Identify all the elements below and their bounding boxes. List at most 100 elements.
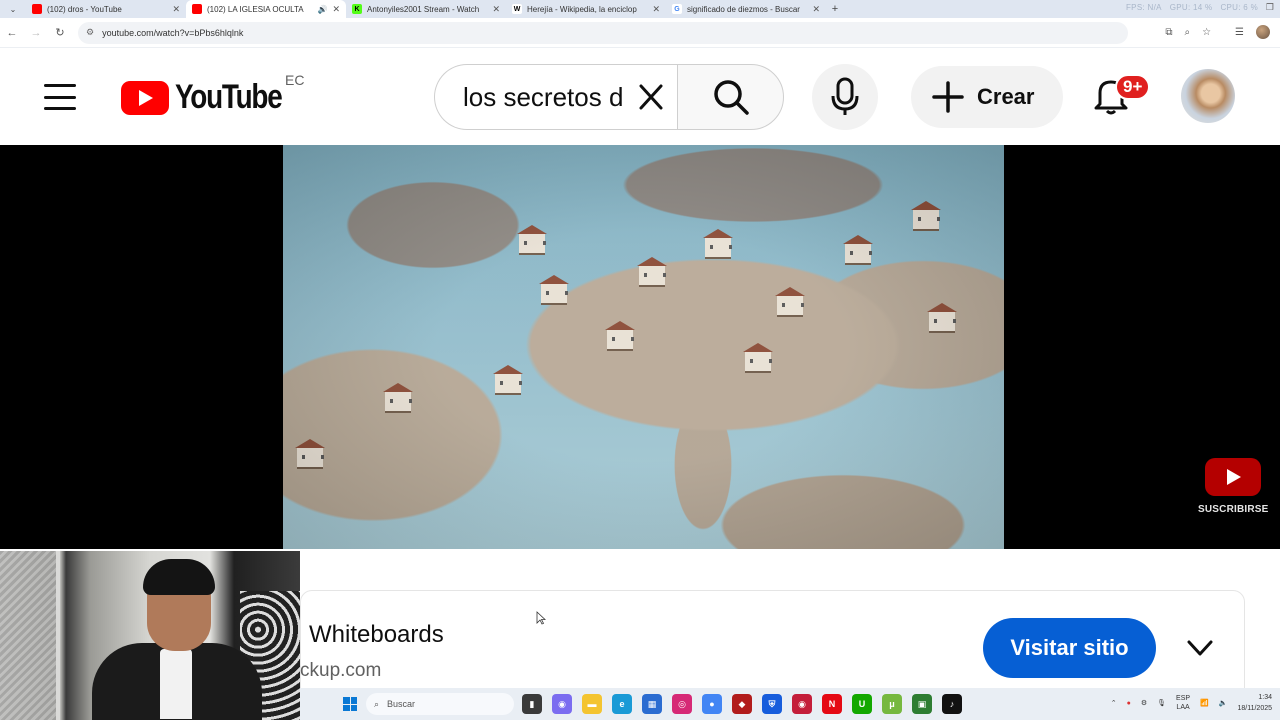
browser-toolbar: ← → ↻ ⚙ youtube.com/watch?v=bPbs6hlqlnk … xyxy=(0,18,1280,48)
upwork-app-icon[interactable]: U xyxy=(852,694,872,714)
store-app-icon[interactable]: ▦ xyxy=(642,694,662,714)
taskbar-apps: ▮ ◉ ▬ e ▦ ◎ ● ◆ ⛨ ◉ N Uμ ▣ ♪ xyxy=(522,694,962,714)
browser-tab-active[interactable]: (102) LA IGLESIA OCULTA 🔊 ✕ xyxy=(186,0,346,18)
browser-tab[interactable]: K Antonyiles2001 Stream - Watch ✕ xyxy=(346,0,506,18)
tab-title: significado de diezmos - Buscar xyxy=(687,4,800,14)
search-icon: ⌕ xyxy=(374,698,380,709)
church-model xyxy=(295,439,325,469)
close-icon[interactable]: ✕ xyxy=(332,4,340,15)
zoom-icon[interactable]: ⌕ xyxy=(1184,27,1190,38)
youtube-play-icon xyxy=(1205,458,1262,496)
voice-search-button[interactable] xyxy=(812,64,878,130)
search-query-text: los secretos d xyxy=(463,81,624,112)
close-icon[interactable]: ✕ xyxy=(172,4,180,15)
site-info-icon[interactable]: ⚙ xyxy=(86,27,94,38)
speaker-icon[interactable]: 🔊 xyxy=(317,5,327,14)
install-app-icon[interactable]: ⧉ xyxy=(1165,27,1172,38)
search-input[interactable]: los secretos d xyxy=(434,64,678,130)
utorrent-app-icon[interactable]: μ xyxy=(882,694,902,714)
reading-list-icon[interactable]: ☰ xyxy=(1235,27,1244,38)
fps-stat: FPS: N/A xyxy=(1126,3,1162,12)
screen: ⌄ (102) dros - YouTube ✕ (102) LA IGLESI… xyxy=(0,0,1280,720)
church-model xyxy=(843,235,873,265)
browser-tab[interactable]: (102) dros - YouTube ✕ xyxy=(26,0,186,18)
clear-search-x-icon[interactable] xyxy=(636,80,666,114)
clock-date: 18/11/2025 xyxy=(1237,705,1272,712)
ad-title[interactable]: Whiteboards xyxy=(309,621,444,649)
tab-title: Herejía - Wikipedia, la enciclop xyxy=(527,4,637,14)
microphone-icon xyxy=(831,77,859,115)
webcam-overlay xyxy=(0,551,300,720)
tiktok-app-icon[interactable]: ♪ xyxy=(942,694,962,714)
church-model xyxy=(539,275,569,305)
bookmark-star-icon[interactable]: ☆ xyxy=(1202,27,1211,38)
tab-search-chevron-icon[interactable]: ⌄ xyxy=(0,5,26,14)
browser-tab[interactable]: G significado de diezmos - Buscar ✕ xyxy=(666,0,826,18)
browser-profile-avatar[interactable] xyxy=(1256,25,1270,39)
tab-title: (102) LA IGLESIA OCULTA xyxy=(207,4,304,14)
account-avatar[interactable] xyxy=(1181,69,1235,123)
country-code: EC xyxy=(285,72,305,88)
video-frame-map[interactable] xyxy=(283,145,1004,549)
restore-window-icon[interactable]: ❐ xyxy=(1266,2,1274,13)
reload-icon[interactable]: ↻ xyxy=(48,26,72,39)
close-icon[interactable]: ✕ xyxy=(492,4,500,15)
system-stats: FPS: N/A GPU: 14 % CPU: 6 % xyxy=(1126,3,1258,12)
windows-start-icon[interactable] xyxy=(343,697,357,711)
file-explorer-app-icon[interactable]: ▬ xyxy=(582,694,602,714)
taskbar-clock[interactable]: 1:34 18/11/2025 xyxy=(1237,692,1272,714)
youtube-logo[interactable]: YouTube xyxy=(121,78,305,117)
create-button[interactable]: Crear xyxy=(911,66,1063,128)
youtube-wordmark: YouTube xyxy=(175,78,283,116)
forward-arrow-icon[interactable]: → xyxy=(24,27,48,39)
close-icon[interactable]: ✕ xyxy=(812,4,820,15)
subscribe-watermark[interactable]: SUSCRIBIRSE xyxy=(1198,458,1269,515)
volume-icon[interactable]: 🔈 xyxy=(1219,699,1228,707)
church-model xyxy=(927,303,957,333)
church-model xyxy=(637,257,667,287)
microphone-icon[interactable]: 🎙 xyxy=(1157,699,1166,707)
youtube-favicon-icon xyxy=(192,4,202,14)
menu-hamburger-icon[interactable] xyxy=(44,84,76,110)
record-icon[interactable]: ● xyxy=(1127,700,1131,707)
android-app-icon[interactable]: ▣ xyxy=(912,694,932,714)
browser-tabstrip: ⌄ (102) dros - YouTube ✕ (102) LA IGLESI… xyxy=(0,0,1280,18)
search-icon xyxy=(713,80,749,115)
bitwarden-app-icon[interactable]: ⛨ xyxy=(762,694,782,714)
close-icon[interactable]: ✕ xyxy=(652,4,660,15)
edge-app-icon[interactable]: e xyxy=(612,694,632,714)
wifi-icon[interactable]: 📶 xyxy=(1200,699,1209,707)
address-bar[interactable]: ⚙ youtube.com/watch?v=bPbs6hlqlnk xyxy=(78,21,1128,44)
ad-url[interactable]: ckup.com xyxy=(300,660,381,682)
webcam-background-mirror xyxy=(0,551,60,720)
cpu-stat: CPU: 6 % xyxy=(1220,3,1258,12)
language-indicator[interactable]: ESP LAA xyxy=(1176,694,1190,712)
church-model xyxy=(703,229,733,259)
show-hidden-icons-chevron-icon[interactable]: ⌃ xyxy=(1111,699,1117,707)
church-model xyxy=(605,321,635,351)
obs-app-icon[interactable]: ◉ xyxy=(792,694,812,714)
netflix-app-icon[interactable]: N xyxy=(822,694,842,714)
google-favicon-icon: G xyxy=(672,4,682,14)
search-button[interactable] xyxy=(677,64,784,130)
church-model xyxy=(383,383,413,413)
chrome-app-icon[interactable]: ● xyxy=(702,694,722,714)
church-model xyxy=(911,201,941,231)
plus-icon xyxy=(932,81,964,113)
instagram-app-icon[interactable]: ◎ xyxy=(672,694,692,714)
taskbar-search-input[interactable]: ⌕ Buscar xyxy=(366,693,514,715)
video-player[interactable]: SUSCRIBIRSE xyxy=(0,145,1280,549)
app-red-app-icon[interactable]: ◆ xyxy=(732,694,752,714)
network-app-icon[interactable]: ⚙ xyxy=(1141,699,1147,707)
system-tray: ⌃ ● ⚙ 🎙 ESP LAA 📶 🔈 1:34 18/11/2025 xyxy=(1111,692,1272,714)
browser-tab[interactable]: W Herejía - Wikipedia, la enciclop ✕ xyxy=(506,0,666,18)
visit-site-button[interactable]: Visitar sitio xyxy=(983,618,1156,678)
wikipedia-favicon-icon: W xyxy=(512,4,522,14)
youtube-favicon-icon xyxy=(32,4,42,14)
task-view-app-icon[interactable]: ▮ xyxy=(522,694,542,714)
chevron-down-icon[interactable] xyxy=(1186,636,1214,660)
copilot-app-icon[interactable]: ◉ xyxy=(552,694,572,714)
new-tab-plus-icon[interactable]: + xyxy=(826,3,844,15)
windows-taskbar: ⌕ Buscar ▮ ◉ ▬ e ▦ ◎ ● ◆ ⛨ ◉ N Uμ ▣ ♪ ⌃ ● ⚙ 🎙 ESP LAA… xyxy=(300,688,1280,720)
back-arrow-icon[interactable]: ← xyxy=(0,27,24,39)
